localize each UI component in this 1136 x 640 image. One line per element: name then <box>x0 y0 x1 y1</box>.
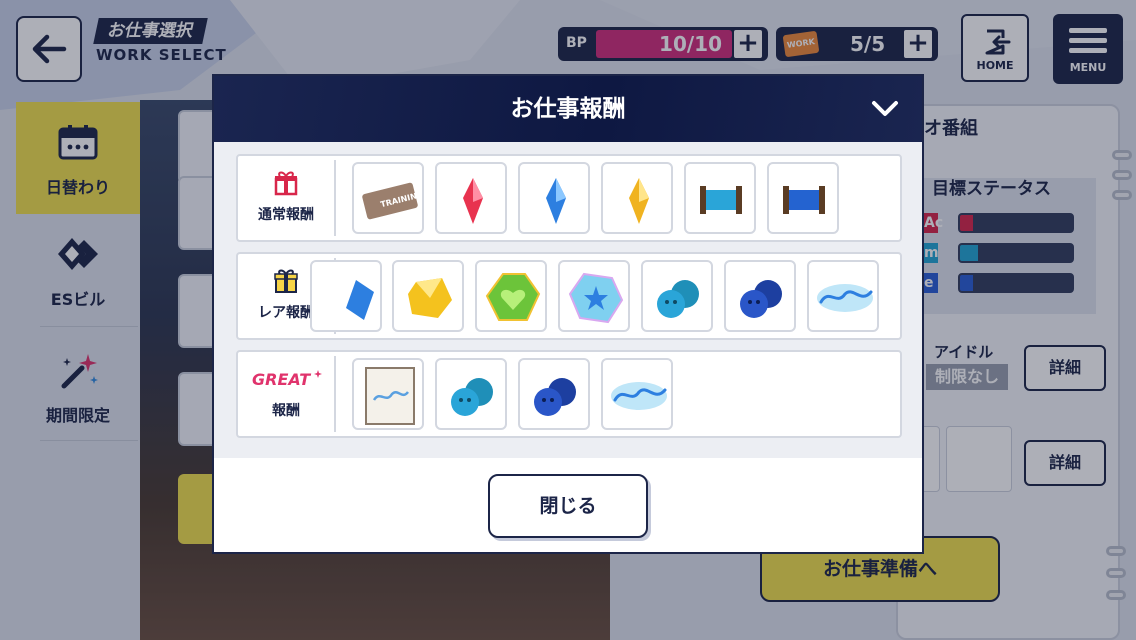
rabits-logo-icon <box>817 284 873 312</box>
navy-buttons-icon <box>740 280 782 318</box>
modal-header: お仕事報酬 <box>214 76 922 142</box>
row-label-text: 報酬 <box>272 403 300 419</box>
yellow-gem-icon <box>629 178 649 224</box>
row-label: 通常報酬 <box>238 156 334 240</box>
reward-item[interactable]: TRAINING <box>352 162 424 234</box>
great-badge-icon: GREAT <box>252 370 322 389</box>
modal-title: お仕事報酬 <box>510 96 626 122</box>
blue-gem-partial-icon <box>346 280 374 320</box>
teal-buttons-icon <box>451 378 493 416</box>
svg-text:GREAT: GREAT <box>252 370 311 389</box>
row-label: GREAT 報酬 <box>238 352 334 436</box>
chevron-down-icon[interactable] <box>870 96 900 122</box>
yellow-crystal-icon <box>408 278 452 318</box>
reward-item[interactable] <box>724 260 796 332</box>
reward-item[interactable] <box>352 358 424 430</box>
reward-item[interactable] <box>558 260 630 332</box>
reward-item[interactable] <box>684 162 756 234</box>
blue-star-jewel-icon <box>568 272 624 324</box>
reward-item[interactable] <box>310 260 382 332</box>
reward-item[interactable] <box>518 162 590 234</box>
reward-item[interactable] <box>435 358 507 430</box>
modal-footer: 閉じる <box>214 458 922 552</box>
reward-item[interactable] <box>518 358 590 430</box>
reward-item[interactable] <box>601 358 673 430</box>
green-heart-jewel-icon <box>485 273 541 321</box>
reward-row-great: GREAT 報酬 <box>236 350 902 438</box>
reward-row-normal: 通常報酬 TRAINING <box>236 154 902 242</box>
teal-buttons-icon <box>657 280 699 318</box>
training-ticket-icon: TRAINING <box>362 182 422 220</box>
reward-row-rare: レア報酬 <box>236 252 902 340</box>
reward-item[interactable] <box>641 260 713 332</box>
row-divider <box>334 160 336 236</box>
reward-item[interactable] <box>767 162 839 234</box>
reward-item[interactable] <box>392 260 464 332</box>
work-reward-modal: お仕事報酬 通常報酬 TRAINING レア報酬 GREAT 報酬 閉じる <box>212 74 924 554</box>
reward-item[interactable] <box>807 260 879 332</box>
blue-gem-icon <box>546 178 566 224</box>
gift-yellow-icon <box>274 269 298 293</box>
teal-thread-spool-icon <box>700 186 742 214</box>
blue-thread-spool-icon <box>783 186 825 214</box>
gift-red-icon <box>274 171 298 196</box>
row-label-text: 通常報酬 <box>258 207 314 223</box>
rabits-logo-icon <box>611 382 667 410</box>
row-divider <box>334 356 336 432</box>
close-button[interactable]: 閉じる <box>488 474 648 538</box>
modal-body: 通常報酬 TRAINING レア報酬 GREAT 報酬 <box>214 142 922 458</box>
red-gem-icon <box>463 178 483 224</box>
reward-item[interactable] <box>601 162 673 234</box>
reward-item[interactable] <box>475 260 547 332</box>
rabits-photo-icon <box>365 367 415 425</box>
reward-item[interactable] <box>435 162 507 234</box>
navy-buttons-icon <box>534 378 576 416</box>
